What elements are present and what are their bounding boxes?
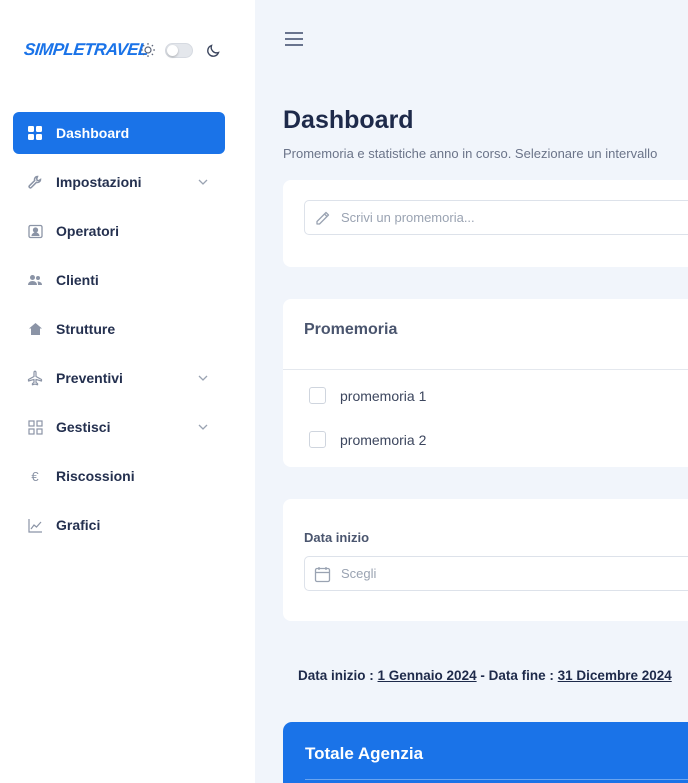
- range-start-label: Data inizio :: [298, 668, 374, 683]
- sidebar-item-label: Clienti: [56, 272, 99, 288]
- sidebar-item-label: Impostazioni: [56, 174, 142, 190]
- moon-icon: [206, 42, 222, 58]
- agency-total-title: Totale Agenzia: [305, 744, 424, 763]
- apps-icon: [27, 419, 43, 435]
- sidebar-item-riscossioni[interactable]: € Riscossioni: [13, 455, 225, 497]
- sun-icon: [140, 42, 156, 58]
- sidebar-item-gestisci[interactable]: Gestisci: [13, 406, 225, 448]
- brand-row: SIMPLETRAVEL: [23, 38, 234, 62]
- range-end-value[interactable]: 31 Dicembre 2024: [558, 668, 672, 683]
- reminder-checkbox[interactable]: [309, 387, 326, 404]
- sidebar-item-clienti[interactable]: Clienti: [13, 259, 225, 301]
- sidebar-item-impostazioni[interactable]: Impostazioni: [13, 161, 225, 203]
- agency-total-card: Totale Agenzia: [283, 722, 688, 783]
- sidebar-item-operatori[interactable]: Operatori: [13, 210, 225, 252]
- chevron-down-icon: [197, 175, 209, 187]
- start-date-label: Data inizio: [304, 530, 370, 545]
- reminders-title: Promemoria: [304, 321, 398, 338]
- page-subtitle: Promemoria e statistiche anno in corso. …: [283, 146, 658, 161]
- user-badge-icon: [27, 223, 43, 239]
- reminder-text: promemoria 2: [340, 431, 427, 448]
- airplane-icon: [27, 370, 43, 386]
- date-range-summary: Data inizio : 1 Gennaio 2024 - Data fine…: [298, 668, 672, 683]
- sidebar-item-grafici[interactable]: Grafici: [13, 504, 225, 546]
- list-item: promemoria 2: [309, 431, 426, 448]
- divider: [283, 369, 688, 370]
- range-start-value[interactable]: 1 Gennaio 2024: [378, 668, 477, 683]
- chevron-down-icon: [197, 420, 209, 432]
- sidebar-item-preventivi[interactable]: Preventivi: [13, 357, 225, 399]
- reminder-text: promemoria 1: [340, 387, 427, 404]
- date-filter-card: Data inizio Scegli: [283, 499, 688, 621]
- sidebar-item-label: Preventivi: [56, 370, 123, 386]
- dashboard-grid-icon: [27, 125, 43, 141]
- toggle-knob: [167, 44, 178, 56]
- hamburger-menu-icon[interactable]: [284, 30, 304, 48]
- logo[interactable]: SIMPLETRAVEL: [23, 40, 149, 60]
- reminder-checkbox[interactable]: [309, 431, 326, 448]
- range-end-label: Data fine :: [488, 668, 554, 683]
- reminder-input-placeholder: Scrivi un promemoria...: [341, 210, 475, 225]
- sidebar-nav: Dashboard Impostazioni Operatori Clienti: [13, 112, 225, 553]
- home-icon: [27, 321, 43, 337]
- users-icon: [27, 272, 43, 288]
- theme-controls: [140, 38, 222, 62]
- wrench-icon: [27, 174, 43, 190]
- reminder-input-card: Scrivi un promemoria...: [283, 180, 688, 267]
- sidebar-item-label: Gestisci: [56, 419, 111, 435]
- sidebar-item-label: Riscossioni: [56, 468, 135, 484]
- list-item: promemoria 1: [309, 387, 426, 404]
- reminder-input[interactable]: Scrivi un promemoria...: [304, 200, 688, 235]
- line-chart-icon: [27, 517, 43, 533]
- sidebar-item-strutture[interactable]: Strutture: [13, 308, 225, 350]
- chevron-down-icon: [197, 371, 209, 383]
- reminders-card: Promemoria promemoria 1 promemoria 2: [283, 299, 688, 467]
- theme-toggle[interactable]: [165, 42, 193, 58]
- sidebar: SIMPLETRAVEL Dashboard Impostazioni Oper…: [0, 0, 255, 783]
- calendar-icon: [314, 566, 331, 583]
- pencil-icon: [314, 210, 331, 227]
- start-date-placeholder: Scegli: [341, 566, 377, 581]
- sidebar-item-label: Strutture: [56, 321, 116, 337]
- sidebar-item-label: Operatori: [56, 223, 120, 239]
- sidebar-item-dashboard[interactable]: Dashboard: [13, 112, 225, 154]
- divider: [305, 779, 688, 780]
- range-separator: -: [480, 668, 485, 683]
- start-date-picker[interactable]: Scegli: [304, 556, 688, 591]
- page-title: Dashboard: [283, 106, 414, 134]
- sidebar-item-label: Dashboard: [56, 125, 130, 141]
- sidebar-item-label: Grafici: [56, 517, 101, 533]
- euro-icon: €: [31, 468, 39, 484]
